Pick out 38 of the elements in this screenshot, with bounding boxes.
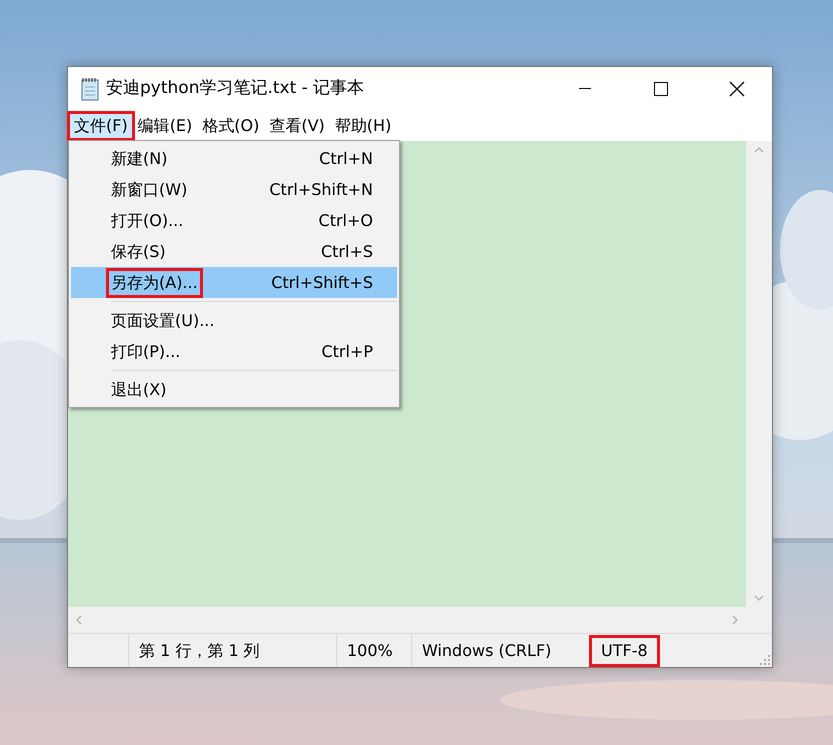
menu-item-label: 另存为(A)... [108, 270, 201, 296]
menu-item-label: 新建(N) [110, 148, 168, 170]
shortcut-label: Ctrl+Shift+N [269, 178, 373, 200]
menu-item[interactable]: 编辑(E) [132, 112, 198, 138]
menu-item[interactable]: 退出(X) [71, 374, 397, 405]
menu-item-label: 打印(P)... [110, 340, 182, 362]
status-text: 100% [347, 640, 393, 662]
maximize-icon[interactable] [654, 82, 668, 96]
shortcut-label: Ctrl+Shift+S [271, 272, 373, 294]
status-text: UTF-8 [591, 636, 658, 664]
status-text: 第 1 行，第 1 列 [139, 640, 260, 662]
menu-item[interactable]: 打印(P)... Ctrl+P [71, 336, 397, 367]
shortcut-label: Ctrl+O [318, 210, 373, 232]
menu-item[interactable]: 新建(N) Ctrl+N [71, 143, 397, 174]
menu-item-label: 新窗口(W) [110, 178, 188, 200]
vertical-scrollbar[interactable] [746, 141, 772, 607]
menu-item-label: 保存(S) [110, 240, 167, 262]
close-icon[interactable] [729, 80, 745, 96]
menu-item-label: 退出(X) [110, 378, 168, 400]
window-title: 安迪python学习笔记.txt - 记事本 [106, 76, 366, 100]
shortcut-label: Ctrl+S [320, 240, 373, 262]
menu-item[interactable]: 打开(O)... Ctrl+O [71, 205, 397, 236]
menu-item[interactable]: 格式(O) [197, 112, 264, 138]
menu-item-label: 页面设置(U)... [110, 310, 216, 332]
menu-item[interactable]: 保存(S) Ctrl+S [71, 236, 397, 267]
menu-item[interactable]: 页面设置(U)... [71, 305, 397, 336]
shortcut-label: Ctrl+N [319, 148, 373, 170]
resize-grip-icon[interactable] [760, 655, 770, 665]
status-text: Windows (CRLF) [422, 640, 552, 662]
menu-item[interactable]: 文件(F) [69, 112, 133, 138]
minimize-icon[interactable] [579, 88, 591, 90]
menu-item-label: 打开(O)... [110, 210, 184, 232]
notepad-icon [80, 76, 100, 100]
menu-item[interactable]: 查看(V) [264, 112, 330, 138]
shortcut-label: Ctrl+P [321, 340, 373, 362]
menu-item[interactable]: 帮助(H) [330, 112, 396, 138]
menu-item[interactable]: 另存为(A)... Ctrl+Shift+S [71, 267, 397, 298]
menu-item[interactable]: 新窗口(W) Ctrl+Shift+N [71, 174, 397, 205]
